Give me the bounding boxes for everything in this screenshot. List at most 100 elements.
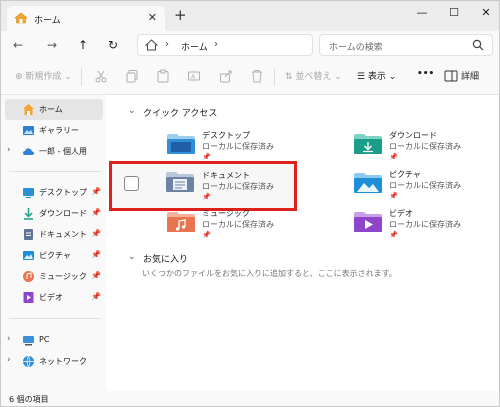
sidebar-item-label: ビデオ: [39, 293, 63, 302]
sidebar-item-home[interactable]: ホーム: [5, 99, 103, 120]
sidebar-item-downloads[interactable]: ダウンロード 📌: [5, 203, 103, 224]
tab-close-icon[interactable]: ✕: [148, 11, 157, 24]
video-icon: [23, 292, 34, 303]
pin-icon: 📌: [389, 192, 398, 200]
search-box[interactable]: ホームの検索: [319, 34, 493, 56]
sort-button[interactable]: ⇅ 並べ替え ⌄: [285, 69, 342, 82]
breadcrumb-separator[interactable]: ›: [214, 39, 218, 50]
favorites-empty-message: いくつかのファイルをお気に入りに追加すると、ここに表示されます。: [142, 269, 397, 278]
tab-home[interactable]: ホーム ✕: [7, 6, 165, 31]
sidebar-item-label: ダウンロード: [39, 209, 87, 218]
expand-chevron-icon[interactable]: ›: [7, 355, 11, 365]
collapse-chevron-icon[interactable]: ⌄: [128, 106, 136, 116]
quick-access-item-videos[interactable]: ビデオ ローカルに保存済み 📌: [296, 204, 476, 248]
command-bar: ⊕ 新規作成 ⌄ A ⇅ 並べ替え ⌄ ☰ 表示 ⌄ ••• 詳細: [1, 59, 499, 95]
quick-access-item-pictures[interactable]: ピクチャ ローカルに保存済み 📌: [296, 165, 476, 209]
quick-access-item-downloads[interactable]: ダウンロード ローカルに保存済み 📌: [296, 126, 476, 170]
document-folder-icon: [166, 172, 194, 192]
item-status: ローカルに保存済み: [389, 220, 461, 229]
share-icon[interactable]: [219, 69, 233, 83]
music-icon: [23, 271, 34, 282]
picture-icon: [23, 251, 34, 260]
item-name: ピクチャ: [389, 170, 421, 179]
selection-checkbox[interactable]: [124, 176, 139, 191]
pin-icon: 📌: [389, 153, 398, 161]
back-button[interactable]: ←: [9, 36, 27, 54]
sidebar-item-label: PC: [39, 335, 50, 344]
pin-icon: 📌: [91, 250, 101, 259]
details-button[interactable]: 詳細: [461, 69, 479, 82]
copy-icon[interactable]: [125, 69, 139, 83]
expand-chevron-icon[interactable]: ›: [7, 145, 11, 155]
item-name: ダウンロード: [389, 131, 437, 140]
home-icon: [14, 12, 28, 24]
rename-icon[interactable]: A: [187, 69, 201, 83]
sidebar-item-network[interactable]: › ネットワーク: [5, 351, 103, 372]
title-bar: ホーム ✕ + — ☐ ✕: [1, 1, 499, 31]
item-status: ローカルに保存済み: [202, 142, 274, 151]
sidebar-item-label: ミュージック: [39, 272, 87, 281]
quick-access-item-music[interactable]: ミュージック ローカルに保存済み 📌: [109, 204, 289, 248]
search-icon: [472, 39, 484, 51]
sidebar-item-music[interactable]: ミュージック 📌: [5, 266, 103, 287]
status-bar: 6 個の項目: [1, 391, 499, 406]
pin-icon: 📌: [91, 271, 101, 280]
pin-icon: 📌: [91, 292, 101, 301]
address-bar[interactable]: › ホーム ›: [137, 34, 313, 56]
expand-chevron-icon[interactable]: ›: [7, 334, 11, 344]
details-pane-icon[interactable]: [444, 69, 458, 83]
breadcrumb-home[interactable]: ホーム: [181, 40, 208, 53]
delete-icon[interactable]: [250, 69, 264, 83]
sidebar-item-label: ピクチャ: [39, 251, 71, 260]
video-folder-icon: [354, 212, 382, 232]
up-button[interactable]: ↑: [74, 36, 92, 54]
document-icon: [24, 229, 33, 240]
item-name: デスクトップ: [202, 131, 250, 140]
collapse-chevron-icon[interactable]: ⌄: [128, 252, 136, 262]
item-status: ローカルに保存済み: [202, 182, 274, 191]
pc-icon: [23, 336, 34, 346]
sidebar-item-pc[interactable]: › PC: [5, 330, 103, 351]
content-pane: ⌄ クイック アクセス デスクトップ ローカルに保存済み 📌 ダウンロード ロー…: [106, 95, 499, 391]
item-name: ドキュメント: [202, 171, 250, 180]
breadcrumb-separator[interactable]: ›: [165, 39, 169, 50]
item-status: ローカルに保存済み: [389, 142, 461, 151]
download-icon: [24, 208, 33, 220]
sidebar-item-documents[interactable]: ドキュメント 📌: [5, 224, 103, 245]
forward-button[interactable]: →: [43, 36, 61, 54]
maximize-button[interactable]: ☐: [445, 4, 463, 22]
sidebar-divider: [9, 318, 101, 319]
search-input[interactable]: ホームの検索: [329, 40, 383, 53]
new-tab-button[interactable]: +: [174, 6, 187, 24]
paste-icon[interactable]: [156, 69, 170, 83]
section-title: お気に入り: [143, 255, 189, 265]
item-name: ビデオ: [389, 209, 413, 218]
refresh-button[interactable]: ↻: [104, 36, 122, 54]
sidebar-item-gallery[interactable]: ギャラリー: [5, 120, 103, 141]
view-button[interactable]: ☰ 表示 ⌄: [357, 69, 396, 82]
download-folder-icon: [354, 134, 382, 154]
sidebar-item-label: ネットワーク: [39, 357, 87, 366]
sidebar-item-label: 一郎 - 個人用: [39, 147, 87, 156]
sidebar-item-onedrive[interactable]: › 一郎 - 個人用: [5, 141, 103, 162]
new-button[interactable]: ⊕ 新規作成 ⌄: [15, 69, 72, 82]
cloud-icon: [23, 148, 34, 155]
gallery-icon: [23, 126, 34, 135]
svg-text:A: A: [191, 74, 196, 81]
music-folder-icon: [167, 212, 195, 232]
sidebar-item-desktop[interactable]: デスクトップ 📌: [5, 182, 103, 203]
network-icon: [23, 355, 34, 368]
desktop-icon: [23, 188, 34, 198]
item-name: ミュージック: [202, 209, 250, 218]
sidebar-item-label: ギャラリー: [39, 126, 79, 135]
navigation-bar: ← → ↑ ↻ › ホーム › ホームの検索: [1, 31, 499, 59]
minimize-button[interactable]: —: [413, 4, 431, 22]
sidebar-item-pictures[interactable]: ピクチャ 📌: [5, 245, 103, 266]
pin-icon: 📌: [202, 231, 211, 239]
more-options-button[interactable]: •••: [417, 69, 434, 79]
close-window-button[interactable]: ✕: [477, 4, 495, 22]
cut-icon[interactable]: [94, 69, 108, 83]
sidebar-item-videos[interactable]: ビデオ 📌: [5, 287, 103, 308]
sidebar-divider: [9, 171, 101, 172]
pin-icon: 📌: [202, 193, 211, 201]
